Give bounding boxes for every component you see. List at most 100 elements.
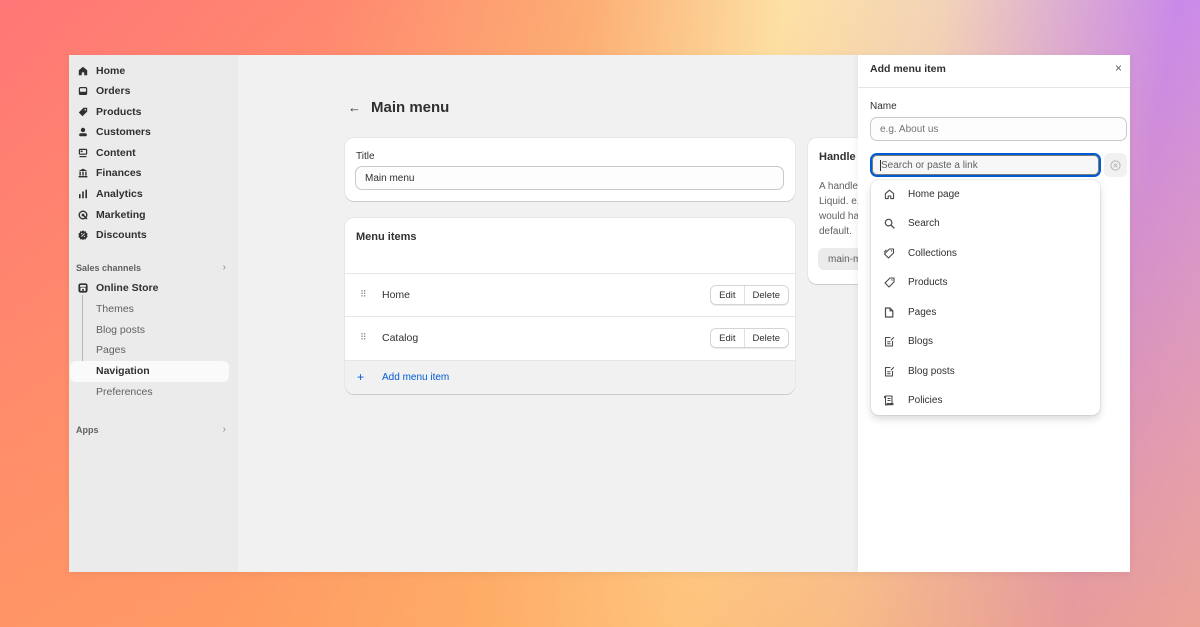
sidebar-item-label: Customers: [96, 126, 151, 138]
sidebar-subitem-blog-posts[interactable]: Blog posts: [96, 324, 145, 336]
panel-title: Add menu item: [870, 63, 946, 75]
sidebar-item-label: Home: [96, 65, 126, 77]
sidebar-subitem-themes[interactable]: Themes: [96, 303, 134, 315]
apps-section[interactable]: Apps ›: [76, 424, 226, 435]
menu-items-heading: Menu items: [356, 231, 417, 243]
discount-icon: [78, 230, 88, 240]
sidebar-subitem-pages[interactable]: Pages: [96, 344, 126, 356]
option-label: Home page: [908, 189, 960, 200]
option-home-page[interactable]: Home page: [871, 180, 1100, 209]
add-menu-item-button[interactable]: + Add menu item: [345, 360, 795, 394]
apps-label: Apps: [76, 424, 99, 435]
close-icon[interactable]: ×: [1115, 61, 1122, 75]
sidebar: Home Orders Products Customers Content F…: [69, 55, 238, 572]
menu-items-card: Menu items ⠿ Home Edit Delete ⠿ Catalog …: [345, 218, 795, 394]
drag-handle-icon[interactable]: ⠿: [360, 332, 367, 343]
option-label: Blogs: [908, 336, 934, 347]
row-actions: Edit Delete: [710, 285, 789, 305]
option-collections[interactable]: Collections: [871, 239, 1100, 268]
sidebar-item-label: Online Store: [96, 282, 159, 294]
clear-link-button[interactable]: [1104, 153, 1127, 177]
option-label: Collections: [908, 248, 957, 259]
sidebar-subitem-navigation[interactable]: Navigation: [96, 365, 150, 377]
blog-icon: [883, 336, 895, 348]
option-label: Policies: [908, 395, 943, 406]
sidebar-subitem-preferences[interactable]: Preferences: [96, 386, 153, 398]
clear-circle-icon: [1110, 159, 1121, 171]
edit-button[interactable]: Edit: [711, 286, 744, 304]
sidebar-item-analytics[interactable]: Analytics: [69, 184, 229, 204]
menu-item-row: ⠿ Catalog Edit Delete: [345, 316, 795, 359]
option-label: Products: [908, 277, 948, 288]
menu-item-row: ⠿ Home Edit Delete: [345, 273, 795, 316]
blog-post-icon: [883, 366, 895, 378]
menu-item-label: Catalog: [382, 332, 419, 344]
collections-icon: [883, 248, 895, 260]
back-arrow-icon[interactable]: ←: [348, 100, 361, 115]
sidebar-item-products[interactable]: Products: [69, 102, 229, 122]
sidebar-item-label: Analytics: [96, 188, 143, 200]
sidebar-item-label: Orders: [96, 85, 131, 97]
tag-icon: [78, 107, 88, 117]
policy-icon: [883, 395, 895, 407]
sidebar-item-label: Products: [96, 106, 142, 118]
person-icon: [78, 127, 88, 137]
sidebar-item-online-store[interactable]: Online Store: [69, 278, 229, 298]
home-outline-icon: [883, 189, 895, 201]
content-icon: [78, 148, 88, 158]
search-icon: [883, 218, 895, 230]
drag-handle-icon[interactable]: ⠿: [360, 289, 367, 300]
sidebar-item-marketing[interactable]: Marketing: [69, 205, 229, 225]
name-input[interactable]: [870, 117, 1127, 141]
delete-button[interactable]: Delete: [743, 329, 788, 347]
option-products[interactable]: Products: [871, 268, 1100, 297]
title-input[interactable]: Main menu: [355, 166, 784, 190]
title-card: Title Main menu: [345, 138, 795, 201]
sidebar-item-content[interactable]: Content: [69, 143, 229, 163]
option-policies[interactable]: Policies: [871, 386, 1100, 415]
sidebar-item-label: Marketing: [96, 209, 146, 221]
orders-icon: [78, 86, 88, 96]
option-pages[interactable]: Pages: [871, 298, 1100, 327]
sidebar-item-customers[interactable]: Customers: [69, 122, 229, 142]
delete-button[interactable]: Delete: [743, 286, 788, 304]
add-menu-item-panel: Add menu item × Name Search or paste a l…: [858, 55, 1130, 572]
edit-button[interactable]: Edit: [711, 329, 744, 347]
target-icon: [78, 210, 88, 220]
app-window: Home Orders Products Customers Content F…: [69, 55, 1130, 572]
row-actions: Edit Delete: [710, 328, 789, 348]
title-label: Title: [356, 151, 375, 162]
chevron-right-icon: ›: [222, 262, 226, 273]
link-placeholder: Search or paste a link: [881, 159, 978, 171]
option-blogs[interactable]: Blogs: [871, 327, 1100, 356]
sidebar-item-discounts[interactable]: Discounts: [69, 225, 229, 245]
sales-channels-section[interactable]: Sales channels ›: [76, 262, 226, 273]
name-label: Name: [870, 101, 897, 112]
sales-channels-label: Sales channels: [76, 262, 142, 273]
add-menu-item-label: Add menu item: [382, 372, 450, 383]
sidebar-item-label: Discounts: [96, 229, 147, 241]
sidebar-item-label: Finances: [96, 167, 142, 179]
sidebar-item-finances[interactable]: Finances: [69, 163, 229, 183]
store-icon: [78, 283, 88, 293]
option-label: Pages: [908, 307, 937, 318]
sidebar-item-label: Content: [96, 147, 136, 159]
tree-connector: [82, 295, 83, 371]
sidebar-item-orders[interactable]: Orders: [69, 81, 229, 101]
handle-heading: Handle: [819, 151, 856, 163]
plus-icon: +: [357, 370, 365, 384]
tag-outline-icon: [883, 277, 895, 289]
page-icon: [883, 307, 895, 319]
panel-header: Add menu item ×: [858, 55, 1130, 88]
menu-item-label: Home: [382, 289, 411, 301]
option-blog-posts[interactable]: Blog posts: [871, 357, 1100, 386]
chevron-right-icon: ›: [222, 424, 226, 435]
home-icon: [78, 66, 88, 76]
bank-icon: [78, 168, 88, 178]
option-label: Blog posts: [908, 366, 955, 377]
sidebar-item-home[interactable]: Home: [69, 61, 229, 81]
page-header: ← Main menu: [348, 99, 449, 116]
link-search-input[interactable]: Search or paste a link: [870, 153, 1101, 177]
option-search[interactable]: Search: [871, 209, 1100, 238]
option-label: Search: [908, 218, 940, 229]
